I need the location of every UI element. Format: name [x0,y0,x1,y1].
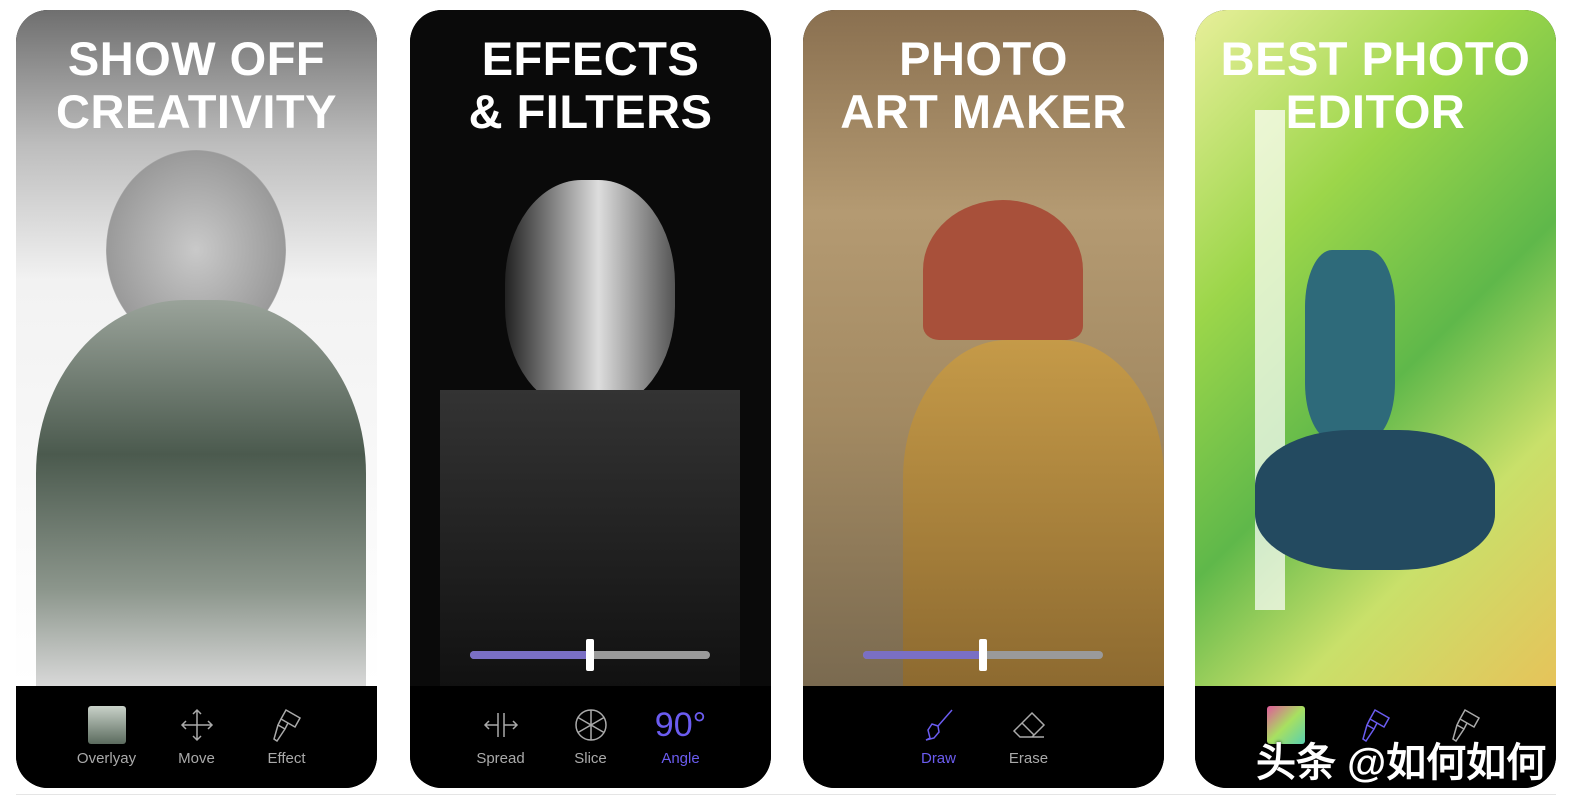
toolbar: Draw Erase [803,686,1164,788]
tool-move[interactable]: Move [167,706,227,788]
brush-icon [924,706,954,744]
card-title: BEST PHOTO EDITOR [1220,32,1531,138]
screenshot-card-best-editor: BEST PHOTO EDITOR [1195,10,1556,788]
tool-draw[interactable]: Draw [909,706,969,788]
tool-slice[interactable]: Slice [561,706,621,788]
toolbar: Spread Slice 90° Angle [410,686,771,788]
tool-erase[interactable]: Erase [999,706,1059,788]
brush-icon [272,706,302,744]
screenshot-card-show-off: SHOW OFF CREATIVITY Overlyay Move Effect [16,10,377,788]
brush-size-slider[interactable] [863,639,1103,671]
tool-spread[interactable]: Spread [471,706,531,788]
screenshot-card-effects: EFFECTS & FILTERS Spread Slice 90° Angle [410,10,771,788]
thumbnail-icon [87,706,126,744]
tool-overlay[interactable]: Overlyay [77,706,137,788]
watermark: 头条 @如何如何 [1256,741,1547,785]
spread-icon [483,706,519,744]
card-title: SHOW OFF CREATIVITY [56,32,337,138]
screenshot-card-art-maker: PHOTO ART MAKER Draw Erase [803,10,1164,788]
eraser-icon [1012,706,1046,744]
slice-wheel-icon [574,706,608,744]
card-title: PHOTO ART MAKER [840,32,1127,138]
toolbar: Overlyay Move Effect [16,686,377,788]
tool-effect[interactable]: Effect [257,706,317,788]
slider-handle[interactable] [586,639,594,671]
angle-slider[interactable] [470,639,710,671]
divider [16,794,1556,795]
tool-angle[interactable]: 90° Angle [651,706,711,788]
move-arrows-icon [180,706,214,744]
card-title: EFFECTS & FILTERS [468,32,713,138]
slider-handle[interactable] [979,639,987,671]
